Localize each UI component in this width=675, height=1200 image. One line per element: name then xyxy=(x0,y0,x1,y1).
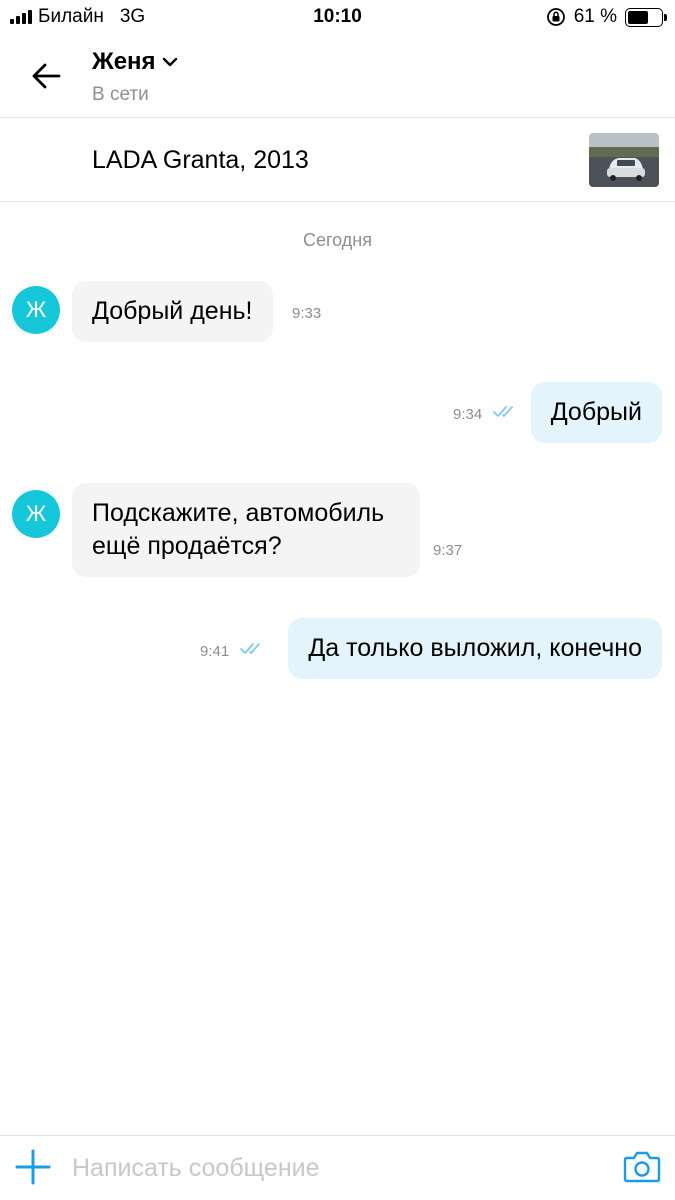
message-bubble-outgoing[interactable]: Добрый xyxy=(530,382,662,443)
plus-icon xyxy=(15,1149,51,1185)
listing-card[interactable]: LADA Granta, 2013 xyxy=(0,118,675,202)
camera-icon xyxy=(623,1151,661,1183)
message-time: 9:34 xyxy=(453,406,483,423)
contact-name: Женя xyxy=(92,48,156,75)
status-bar: Билайн 3G 10:10 61 % xyxy=(0,0,675,34)
date-separator: Сегодня xyxy=(303,230,372,250)
chat-header: Женя В сети xyxy=(0,34,675,118)
attach-button[interactable] xyxy=(14,1148,52,1186)
chevron-down-icon xyxy=(162,57,177,67)
message-bubble-incoming[interactable]: Добрый день! xyxy=(72,281,273,342)
avatar[interactable]: Ж xyxy=(12,286,60,334)
camera-button[interactable] xyxy=(623,1150,661,1184)
listing-thumbnail xyxy=(589,133,659,187)
message-time: 9:33 xyxy=(292,305,322,322)
read-ticks-icon xyxy=(493,406,513,417)
message-input[interactable] xyxy=(72,1148,602,1188)
battery-icon xyxy=(625,7,667,27)
orientation-lock-icon xyxy=(546,8,565,26)
read-ticks-icon xyxy=(240,643,260,654)
message-composer xyxy=(0,1135,675,1200)
listing-title: LADA Granta, 2013 xyxy=(92,146,309,174)
battery-percent: 61 % xyxy=(573,6,617,27)
avatar[interactable]: Ж xyxy=(12,490,60,538)
message-time: 9:37 xyxy=(433,542,463,559)
arrow-left-icon xyxy=(32,63,61,89)
message-time: 9:41 xyxy=(200,643,230,660)
contact-status: В сети xyxy=(92,84,149,105)
back-button[interactable] xyxy=(26,56,66,96)
message-bubble-outgoing[interactable]: Да только выложил, конечно xyxy=(288,618,662,679)
message-bubble-incoming[interactable]: Подскажите, автомобиль ещё продаётся? xyxy=(72,483,420,577)
contact-name-dropdown[interactable]: Женя xyxy=(92,48,178,76)
